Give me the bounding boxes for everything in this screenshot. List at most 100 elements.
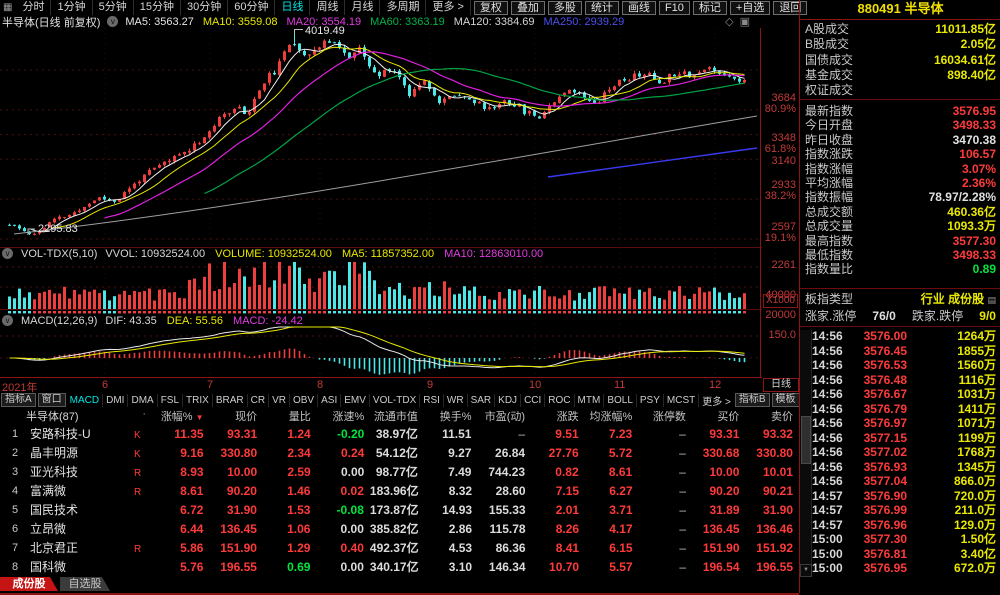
collapse-chevron-icon[interactable]: v <box>2 315 13 326</box>
period-tab-更多 >[interactable]: 更多 > <box>426 0 470 15</box>
table-cell: 151.92 <box>746 541 799 555</box>
indicator-tab-MCST[interactable]: MCST <box>664 394 699 407</box>
table-row-亚光科技[interactable]: 3 亚光科技 R8.9310.002.590.0098.77亿7.49744.2… <box>0 462 799 481</box>
collapse-chevron-icon[interactable]: v <box>2 248 13 259</box>
column-header-流通市值[interactable]: 流通市值 <box>370 408 424 424</box>
tick-list-scrollbar[interactable]: ▼ <box>800 330 812 577</box>
table-cell: 4.17 <box>585 522 638 536</box>
table-row-富满微[interactable]: 4 富满微 R8.6190.201.460.02183.96亿8.3228.60… <box>0 481 799 500</box>
volume-label: MA10: 12863010.00 <box>444 248 543 260</box>
collapse-chevron-icon[interactable]: v <box>107 16 118 27</box>
column-header-换手%[interactable]: 换手% <box>424 408 478 424</box>
indicator-tab-ROC[interactable]: ROC <box>545 394 574 407</box>
indicator-tab-CCI[interactable]: CCI <box>521 394 545 407</box>
toolbar-button-F10[interactable]: F10 <box>659 1 690 15</box>
column-header-现价[interactable]: 现价 <box>210 408 264 424</box>
indicator-tab-BOLL[interactable]: BOLL <box>604 394 637 407</box>
indicator-tab-VR[interactable]: VR <box>269 394 290 407</box>
table-cell: 31.89 <box>692 503 745 517</box>
price-axis: 368480.9%334861.8%3140293338.2%259719.1%… <box>762 0 799 392</box>
indicator-tab-RSI[interactable]: RSI <box>420 394 444 407</box>
indicator-tab-TRIX[interactable]: TRIX <box>183 394 213 407</box>
indicator-tab-SAR[interactable]: SAR <box>468 394 496 407</box>
indicator-group-模板[interactable]: 模板 <box>772 393 799 407</box>
row-number: 5 <box>0 504 30 516</box>
scrollbar-down-arrow[interactable]: ▼ <box>800 564 812 577</box>
divider <box>800 288 1000 289</box>
period-box[interactable]: 日线 <box>763 378 799 392</box>
table-row-北京君正[interactable]: 7 北京君正 R5.86151.901.290.40492.37亿4.5386.… <box>0 538 799 557</box>
column-header-量比[interactable]: 量比 <box>263 408 317 424</box>
indicator-tab-CR[interactable]: CR <box>248 394 269 407</box>
table-cell: 196.54 <box>692 560 745 574</box>
column-header-涨停数[interactable]: 涨停数 <box>638 408 692 424</box>
table-row-安路科技-U[interactable]: 1 安路科技-U K11.3593.311.24-0.2038.97亿11.51… <box>0 424 799 443</box>
indicator-tab-KDJ[interactable]: KDJ <box>495 394 521 407</box>
diamond-icon[interactable]: ◇ <box>725 16 739 28</box>
table-row-晶丰明源[interactable]: 2 晶丰明源 K9.16330.802.340.2454.12亿9.2726.8… <box>0 443 799 462</box>
table-cell: 155.33 <box>478 503 531 517</box>
panel-icon[interactable]: ▣ <box>740 16 756 28</box>
period-tab-日线[interactable]: 日线 <box>275 0 310 15</box>
indicator-tab-MTM[interactable]: MTM <box>575 394 605 407</box>
indicator-group-窗口[interactable]: 窗口 <box>38 393 66 407</box>
toolbar-button-叠加[interactable]: 叠加 <box>511 1 545 15</box>
indicator-group-指标A[interactable]: 指标A <box>1 393 36 407</box>
table-cell: 2.86 <box>425 522 478 536</box>
indicator-tab-DMA[interactable]: DMA <box>128 394 157 407</box>
window-grid-icon[interactable]: ▦ <box>3 2 12 13</box>
volume-legend: VVOL: 10932524.00VOLUME: 10932524.00MA5:… <box>105 248 543 260</box>
tick-row: 15:00 3576.81 3.40亿 <box>812 547 1000 561</box>
column-header-卖价[interactable]: 卖价 <box>745 408 799 424</box>
indicator-tab-OBV[interactable]: OBV <box>290 394 318 407</box>
indicator-tab-ASI[interactable]: ASI <box>318 394 341 407</box>
indicator-tab-FSL[interactable]: FSL <box>158 394 183 407</box>
column-header-涨跌[interactable]: 涨跌 <box>531 408 585 424</box>
table-row-立昂微[interactable]: 6 立昂微 6.44136.451.060.00385.82亿2.86115.7… <box>0 519 799 538</box>
indicator-tab-EMV[interactable]: EMV <box>341 394 370 407</box>
table-row-国民技术[interactable]: 5 国民技术 6.7231.901.53-0.08173.87亿14.93155… <box>0 500 799 519</box>
indicator-group-指标B[interactable]: 指标B <box>735 393 770 407</box>
table-cell: 7.15 <box>532 484 585 498</box>
table-cell: 1.46 <box>263 484 316 498</box>
axis-month-label: 10 <box>529 379 541 391</box>
axis-month-label: 6 <box>102 379 108 391</box>
tab-constituents[interactable]: 成份股 <box>0 577 58 591</box>
tab-watchlist[interactable]: 自选股 <box>60 577 110 591</box>
indicator-tab-PSY[interactable]: PSY <box>637 394 664 407</box>
toolbar-button-画线[interactable]: 画线 <box>622 1 656 15</box>
indicator-tab-WR[interactable]: WR <box>444 394 468 407</box>
table-cell: 173.87亿 <box>370 501 425 518</box>
macd-indicator-title: MACD(12,26,9) <box>21 315 97 327</box>
column-header-涨幅%[interactable]: 涨幅% ▼ <box>156 408 210 424</box>
toolbar-button-多股[interactable]: 多股 <box>548 1 582 15</box>
indicator-more[interactable]: 更多 > <box>699 393 734 408</box>
period-tab-30分钟[interactable]: 30分钟 <box>181 0 228 15</box>
period-tab-多周期[interactable]: 多周期 <box>380 0 426 15</box>
period-tab-60分钟[interactable]: 60分钟 <box>228 0 275 15</box>
period-tab-周线[interactable]: 周线 <box>310 0 345 15</box>
scrollbar-thumb[interactable] <box>801 416 811 464</box>
indicator-tab-BRAR[interactable]: BRAR <box>213 394 248 407</box>
table-row-国科微[interactable]: 8 国科微 5.76196.550.690.00340.17亿3.10146.3… <box>0 557 799 576</box>
info-row-总成交额: 总成交额 460.36亿 <box>800 205 1000 219</box>
period-tab-月线[interactable]: 月线 <box>345 0 380 15</box>
table-cell: – <box>638 446 692 460</box>
info-row-总成交量: 总成交量 1093.3万 <box>800 219 1000 233</box>
column-header-买价[interactable]: 买价 <box>692 408 746 424</box>
table-cell: 10.00 <box>210 465 264 479</box>
table-cell: -0.20 <box>317 427 371 441</box>
column-header-均涨幅%[interactable]: 均涨幅% <box>585 408 639 424</box>
toolbar-button-标记[interactable]: 标记 <box>693 1 727 15</box>
tick-row: 14:56 3577.04 866.0万 <box>812 474 1000 488</box>
list-icon[interactable]: ▤ <box>987 295 996 305</box>
toolbar-button-统计[interactable]: 统计 <box>585 1 619 15</box>
indicator-tab-VOL-TDX[interactable]: VOL-TDX <box>370 394 420 407</box>
indicator-tab-MACD[interactable]: MACD <box>67 394 103 407</box>
column-header-市盈(动)[interactable]: 市盈(动) <box>477 408 531 424</box>
period-tab-15分钟[interactable]: 15分钟 <box>134 0 181 15</box>
toolbar-button-复权[interactable]: 复权 <box>474 1 508 15</box>
stock-tag: K <box>134 427 156 441</box>
column-header-涨速%[interactable]: 涨速% <box>317 408 371 424</box>
indicator-tab-DMI[interactable]: DMI <box>103 394 128 407</box>
